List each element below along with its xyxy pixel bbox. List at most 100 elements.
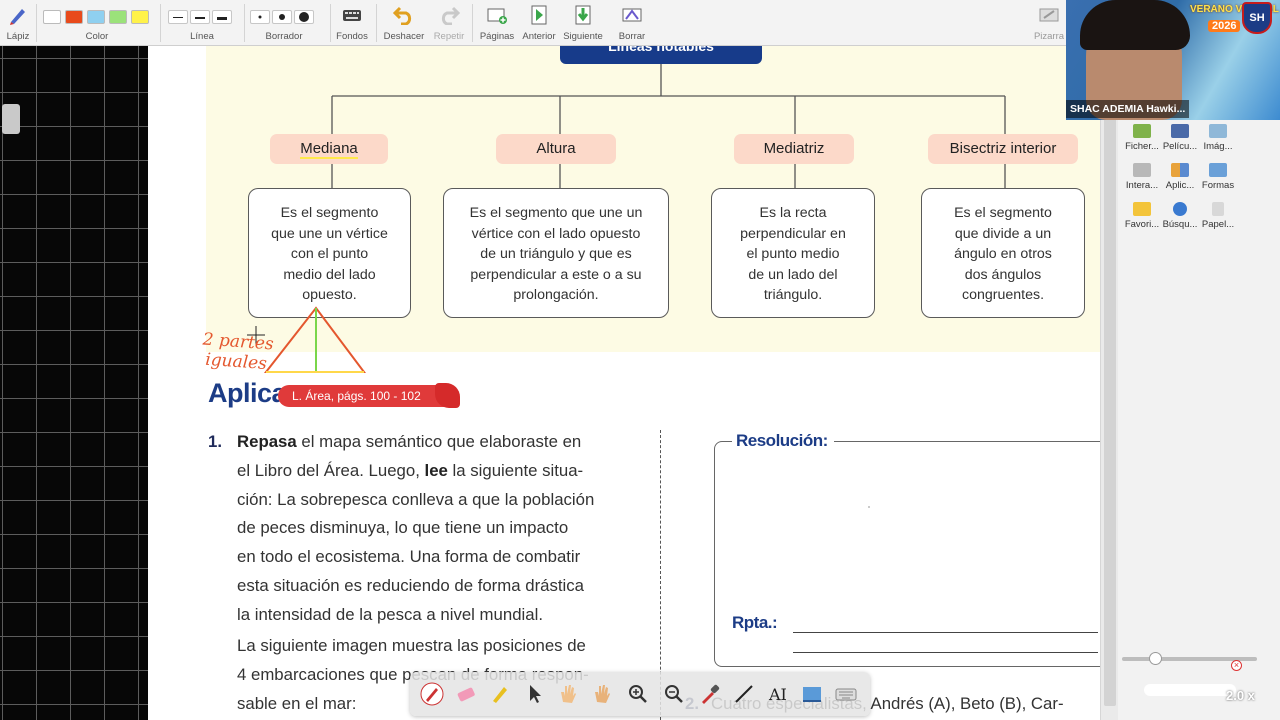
stray-dot [868,506,870,508]
pencil-label: Lápiz [6,31,30,42]
eraser-label: Borrador [265,31,303,42]
backgrounds-button[interactable]: Fondos [334,0,370,46]
sound-file-icon [1133,124,1151,138]
panel-slider-knob[interactable] [1149,652,1162,665]
exercise-1-text: 1. Repasa el mapa semántico que elaboras… [208,428,640,630]
trash-icon [1212,202,1224,216]
panel-item-favorites[interactable]: Favori... [1122,202,1162,230]
undo-button[interactable]: Deshacer [380,0,428,46]
category-label: Altura [536,140,576,157]
pages-button[interactable]: Páginas [476,0,518,46]
book-reference-pill: L. Área, págs. 100 - 102 [278,385,454,407]
eraser-large-button[interactable] [294,10,314,24]
definition-line: de un triángulo y que es [480,246,632,262]
undo-label: Deshacer [383,31,425,42]
panel-item-search[interactable]: Búsqu... [1160,202,1200,230]
eraser-tool-icon[interactable] [454,682,478,706]
clear-page-icon [622,8,642,22]
definition-line: Es el segmento que une un [469,205,643,221]
add-page-icon [487,8,507,24]
hand-select-icon[interactable] [556,682,580,706]
school-logo: SH [1242,2,1272,34]
floating-toolbar: AI [410,672,870,716]
definition-line: que une un vértice [271,225,388,242]
panel-item-label: Formas [1201,180,1235,191]
zoom-bar[interactable] [1144,684,1236,696]
line-medium-button[interactable] [190,10,210,24]
document-scrollbar[interactable] [1100,46,1118,720]
backgrounds-label: Fondos [336,31,368,42]
apps-icon [1171,163,1189,177]
side-panel-tab[interactable] [2,104,20,134]
webcam-overlay: VERANO VIRTUAL 2026 SH SHAC ADEMIA Hawki… [1066,0,1280,120]
webcam-year: 2026 [1208,20,1241,32]
text-line: en todo el ecosistema. Una forma de comb… [237,547,581,567]
panel-item-label: Ficher... [1125,141,1159,152]
text-line: el Libro del Área. Luego, lee la siguien… [237,460,584,480]
zoom-out-icon[interactable] [662,682,686,706]
zoom-level: 2.0 x [1226,688,1255,703]
panel-item-shapes[interactable]: Formas [1198,163,1238,191]
eyedropper-icon[interactable] [698,682,722,706]
definition-line: Es el segmento [280,205,379,221]
pen-tool-icon[interactable] [420,682,444,706]
hand-pan-icon[interactable] [590,682,614,706]
panel-item-trash[interactable]: Papel... [1198,202,1238,230]
color-swatch-yellow[interactable] [131,10,149,24]
screen-capture-icon[interactable] [800,682,824,706]
color-label: Color [85,31,109,42]
answer-line-2[interactable] [793,652,1098,653]
pill-tip-decoration [435,383,460,408]
pencil-tool[interactable]: Lápiz [2,0,34,46]
clear-label: Borrar [618,31,646,42]
line-tool-icon[interactable] [732,682,756,706]
color-swatch-green[interactable] [109,10,127,24]
next-button[interactable]: Siguiente [560,0,606,46]
on-screen-keyboard-icon[interactable] [834,682,858,706]
board-button[interactable]: Pizarra [1030,0,1068,46]
shapes-icon [1209,163,1227,177]
previous-button[interactable]: Anterior [518,0,560,46]
eraser-group: Borrador [248,0,320,46]
panel-item-label: Favori... [1124,219,1160,230]
definition-box-altura: Es el segmento que une un vértice con el… [443,188,669,318]
close-icon[interactable]: × [1231,660,1242,671]
svg-text:AI: AI [768,685,787,704]
color-swatch-blue[interactable] [87,10,105,24]
highlighter-icon[interactable] [488,682,512,706]
undo-icon [393,6,412,25]
definition-line: vértice con el lado opuesto [471,225,641,242]
panel-item-images[interactable]: Imág... [1198,124,1238,152]
handwritten-note: 2 partes iguales [201,330,274,375]
scrollbar-thumb[interactable] [1104,46,1116,706]
resolution-box[interactable] [714,441,1100,667]
definition-line: perpendicular a este o a su [470,266,642,283]
line-thick-button[interactable] [212,10,232,24]
eraser-small-button[interactable] [250,10,270,24]
left-grid-board[interactable] [0,46,148,720]
color-swatch-red[interactable] [65,10,83,24]
text-tool-icon[interactable]: AI [766,682,790,706]
concept-map-connectors [331,64,1006,188]
clear-button[interactable]: Borrar [610,0,654,46]
panel-item-movies[interactable]: Pelícu... [1160,124,1200,152]
board-label: Pizarra [1033,31,1065,42]
panel-item-apps[interactable]: Aplic... [1160,163,1200,191]
answer-line-1[interactable] [793,632,1098,633]
pointer-icon[interactable] [522,682,546,706]
redo-button[interactable]: Repetir [430,0,468,46]
line-thin-button[interactable] [168,10,188,24]
zoom-in-icon[interactable] [626,682,650,706]
category-label: Mediana [300,140,358,159]
definition-box-mediana: Es el segmento que une un vértice con el… [248,188,411,318]
panel-item-label: Búsqu... [1162,219,1198,230]
text-line: ción: La sobrepesca conlleva a que la po… [237,489,595,509]
book-reference-text: L. Área, págs. 100 - 102 [292,389,421,403]
panel-item-files[interactable]: Ficher... [1122,124,1162,152]
category-mediana: Mediana [270,134,388,164]
panel-item-interactive[interactable]: Intera... [1122,163,1162,191]
color-swatch-white[interactable] [43,10,61,24]
eraser-medium-button[interactable] [272,10,292,24]
pencil-icon [10,9,25,25]
panel-item-label: Intera... [1125,180,1159,191]
